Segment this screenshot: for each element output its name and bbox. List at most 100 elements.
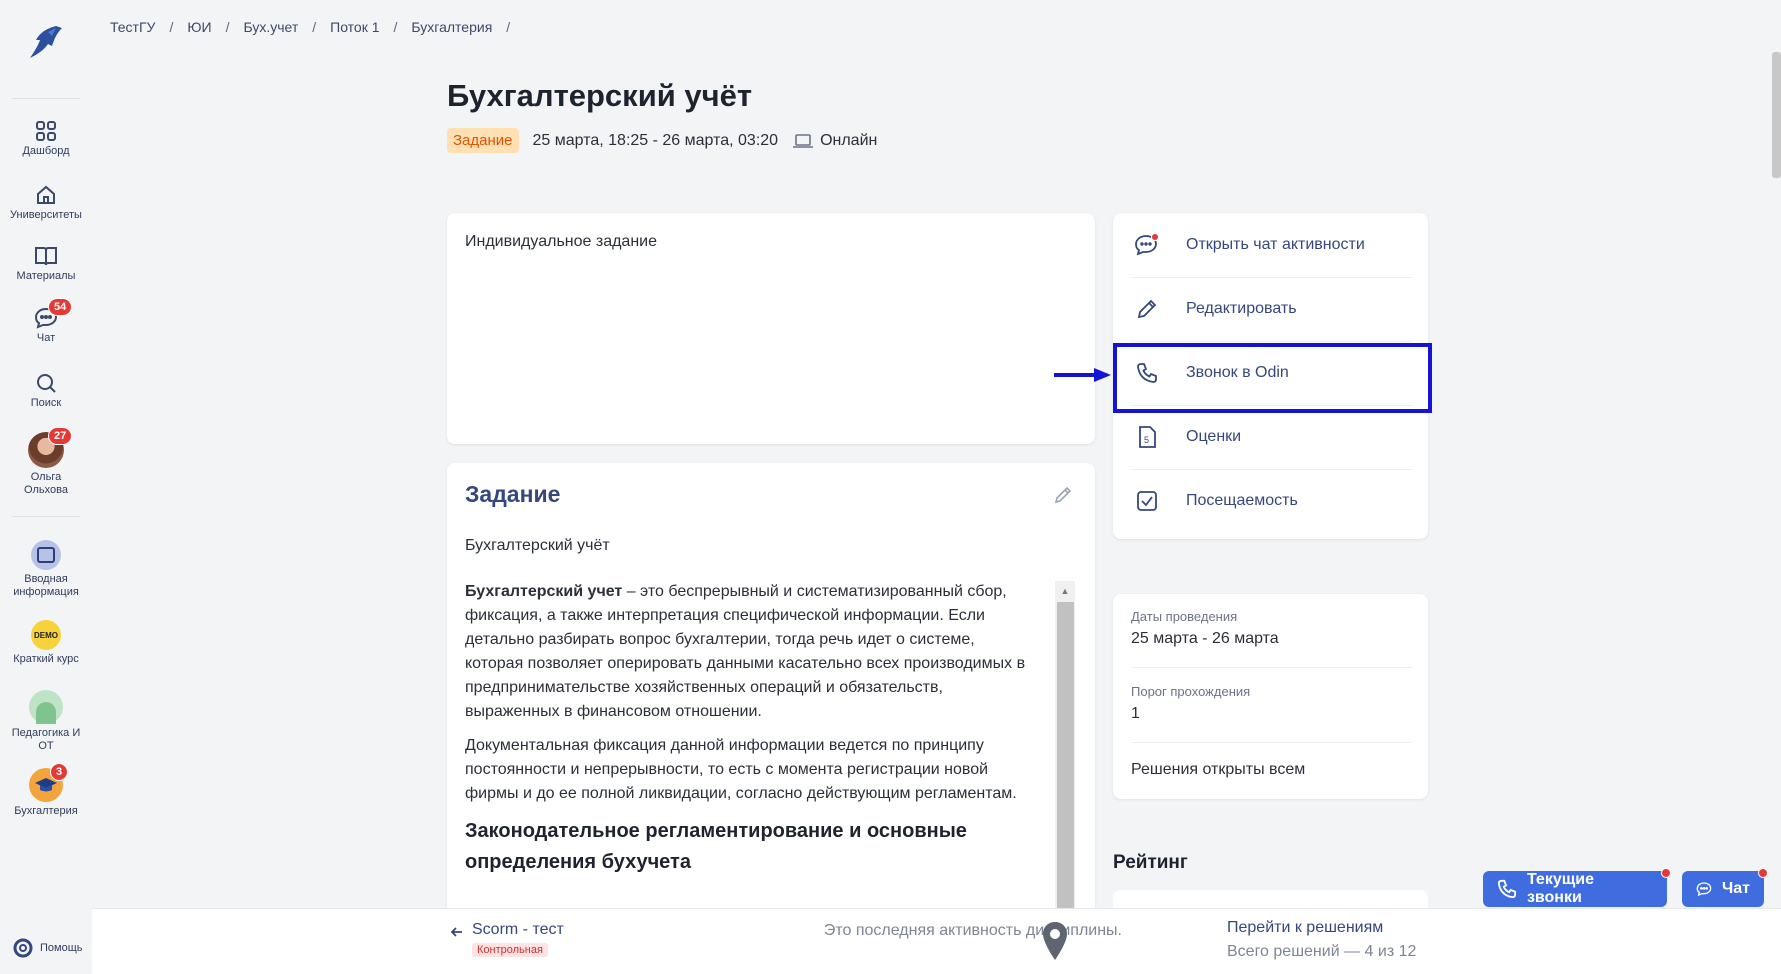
task-card: Задание Бухгалтерский учёт Бухгалтерский… [447, 463, 1095, 933]
go-to-solutions-link[interactable]: Перейти к решениям Всего решений — 4 из … [1227, 919, 1416, 961]
chat-label: Чат [1722, 880, 1750, 897]
task-edit-button[interactable] [1053, 485, 1073, 510]
threshold-label: Порог прохождения [1131, 684, 1251, 699]
sidebar-course-demo[interactable]: DEMO Краткий курс [0, 620, 92, 666]
chat-notification-dot [1758, 868, 1768, 878]
svg-text:5: 5 [1144, 435, 1149, 445]
calls-notification-dot [1661, 868, 1671, 878]
activity-mode: Онлайн [792, 132, 877, 150]
book-icon [35, 247, 57, 266]
breadcrumb-item[interactable]: Бухгалтерия [411, 19, 492, 35]
home-icon [37, 185, 55, 204]
description-card: Индивидуальное задание [447, 213, 1095, 444]
dates-label: Даты проведения [1131, 609, 1238, 624]
sidebar-item-label: Чат [36, 332, 56, 344]
activity-type-tag: Задание [447, 128, 519, 153]
sidebar-item-label: Вводная информация [13, 573, 79, 598]
sidebar-divider [12, 516, 80, 517]
sidebar-item-label: Ольга Ольхова [24, 471, 68, 496]
description-text: Индивидуальное задание [465, 233, 657, 250]
breadcrumb-item[interactable]: ЮИ [187, 19, 211, 35]
search-icon [37, 374, 56, 393]
breadcrumb-separator: / [393, 19, 398, 35]
solutions-info-row: Решения открыты всем [1131, 761, 1412, 779]
activity-meta: Задание 25 марта, 18:25 - 26 марта, 03:2… [447, 128, 877, 153]
go-to-solutions-title: Перейти к решениям [1227, 919, 1384, 936]
prev-activity-title: Scorm - тест [472, 921, 564, 938]
activity-dates: 25 марта, 18:25 - 26 марта, 03:20 [532, 131, 779, 149]
action-label: Посещаемость [1186, 492, 1298, 509]
activity-mode-label: Онлайн [820, 131, 878, 149]
task-paragraph-text: – это беспрерывный и систематизированный… [465, 583, 1026, 720]
task-scrollbar-thumb[interactable] [1057, 602, 1074, 933]
current-calls-button[interactable]: Текущие звонки [1483, 871, 1667, 907]
breadcrumb-separator: / [169, 19, 174, 35]
laptop-icon [793, 133, 814, 148]
info-card: Даты проведения 25 марта - 26 марта Поро… [1113, 594, 1428, 799]
chat-activity-icon [1134, 233, 1160, 257]
current-calls-label: Текущие звонки [1526, 871, 1594, 906]
phone-icon [1497, 879, 1517, 899]
sidebar-item-label: Бухгалтерия [14, 805, 78, 817]
open-activity-chat-button[interactable]: Открыть чат активности [1130, 213, 1413, 278]
sidebar-course-pedagogy[interactable]: Педагогика И ОТ [0, 690, 92, 753]
sidebar-item-label: Поиск [30, 397, 62, 409]
lifebuoy-icon [13, 938, 33, 958]
sidebar-course-accounting[interactable]: Бухгалтерия 3 [0, 763, 92, 818]
sidebar-divider [12, 98, 80, 99]
sidebar-item-chat[interactable]: Чат 54 [0, 298, 92, 345]
breadcrumb-separator: / [312, 19, 317, 35]
breadcrumb-item[interactable]: Бух.учет [243, 19, 298, 35]
sidebar-item-label: Дашборд [22, 145, 70, 157]
task-body: Бухгалтерский учет – это беспрерывный и … [465, 580, 1035, 878]
chat-icon [1696, 882, 1712, 897]
last-activity-note: Это последняя активность дисциплины. [823, 922, 1122, 939]
rating-title: Рейтинг [1113, 852, 1188, 873]
map-pin-icon [1043, 922, 1067, 960]
help-link[interactable]: Помощь [12, 937, 83, 959]
task-subtitle: Бухгалтерский учёт [465, 537, 610, 554]
breadcrumb-item[interactable]: Поток 1 [330, 19, 379, 35]
breadcrumb-separator: / [506, 19, 511, 35]
pencil-icon [1134, 298, 1160, 320]
solutions-status: Решения открыты всем [1131, 761, 1306, 778]
grid-icon [36, 121, 56, 141]
logo-icon[interactable] [26, 22, 66, 64]
task-title: Задание [465, 481, 561, 507]
demo-icon: DEMO [31, 620, 61, 650]
page-scrollbar[interactable] [1772, 52, 1781, 178]
grades-icon: 5 [1134, 425, 1160, 449]
sidebar-item-dashboard[interactable]: Дашборд [0, 120, 92, 158]
prev-activity-link[interactable]: Scorm - тест Контрольная [450, 921, 564, 958]
action-label: Оценки [1186, 428, 1242, 445]
action-label: Редактировать [1186, 300, 1297, 317]
threshold-info-row: Порог прохождения 1 [1131, 684, 1412, 743]
arrow-left-icon [450, 927, 462, 937]
course-badge: 3 [50, 763, 69, 781]
sidebar-item-materials[interactable]: Материалы [0, 245, 92, 283]
task-paragraph: Документальная фиксация данной информаци… [465, 737, 1017, 802]
chat-button[interactable]: Чат [1682, 871, 1764, 907]
task-paragraph: Бухгалтерский учет – это беспрерывный и … [465, 580, 1035, 724]
sidebar-item-label: Материалы [16, 270, 76, 282]
attendance-button[interactable]: Посещаемость [1130, 469, 1413, 533]
breadcrumb-separator: / [225, 19, 230, 35]
profile-badge: 27 [48, 427, 73, 445]
sidebar-course-intro[interactable]: Вводная информация [0, 540, 92, 599]
bottom-navigation-bar: Scorm - тест Контрольная Это последняя а… [92, 908, 1781, 974]
grades-button[interactable]: 5 Оценки [1130, 405, 1413, 470]
sidebar-item-search[interactable]: Поиск [0, 372, 92, 410]
page-title: Бухгалтерский учёт [447, 78, 753, 113]
rating-card [1113, 890, 1428, 910]
sidebar-item-profile[interactable]: Ольга Ольхова 27 [0, 427, 92, 497]
breadcrumb: ТестГУ / ЮИ / Бух.учет / Поток 1 / Бухга… [110, 19, 510, 35]
edit-button[interactable]: Редактировать [1130, 277, 1413, 342]
task-heading: Законодательное регламентирование и осно… [465, 820, 967, 873]
left-sidebar: Дашборд Университеты Материалы Чат 54 По… [0, 0, 92, 973]
sidebar-item-label: Педагогика И ОТ [11, 727, 81, 752]
sidebar-item-label: Университеты [10, 209, 82, 221]
dates-value: 25 марта - 26 марта [1131, 630, 1279, 647]
scroll-up-arrow-icon[interactable]: ▲ [1055, 581, 1075, 601]
sidebar-item-universities[interactable]: Университеты [0, 184, 92, 222]
breadcrumb-item[interactable]: ТестГУ [110, 19, 155, 35]
